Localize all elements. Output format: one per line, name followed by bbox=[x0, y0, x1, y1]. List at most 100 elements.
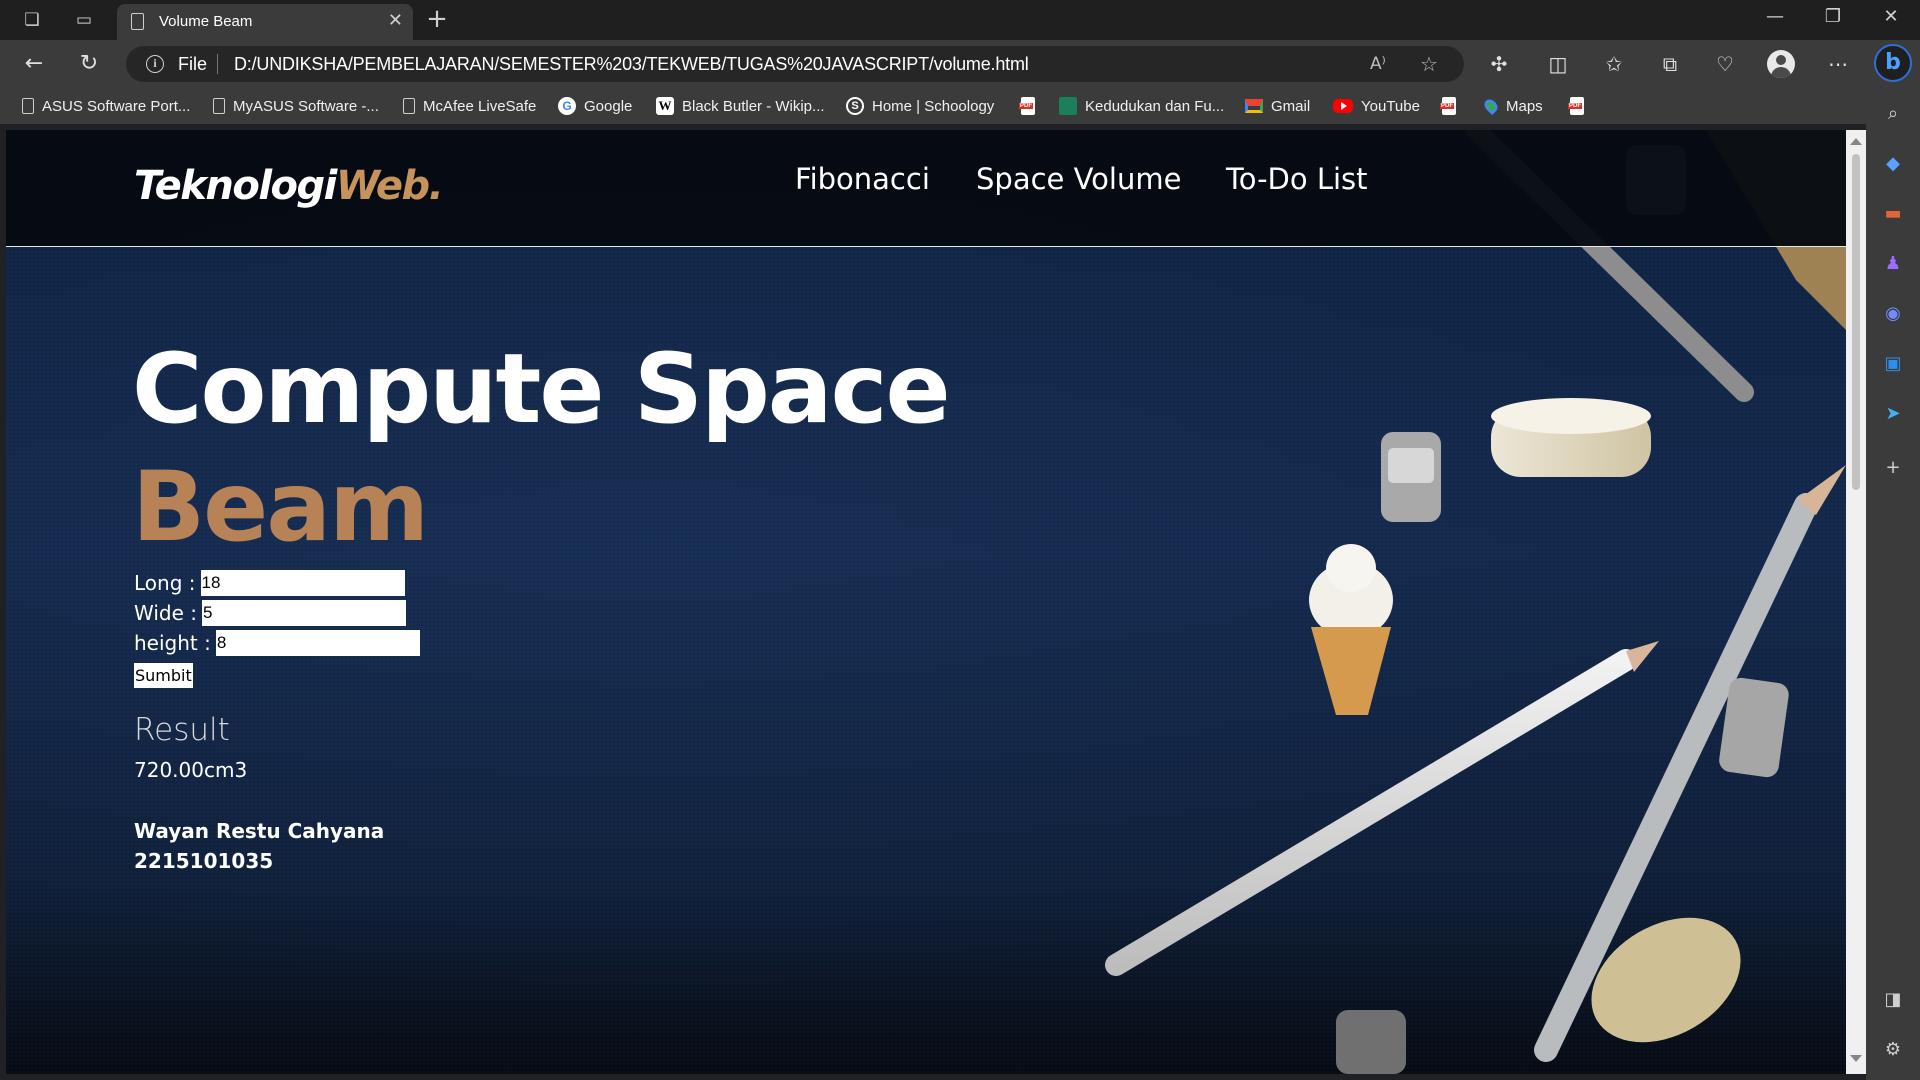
site-logo[interactable]: TeknologiWeb. bbox=[134, 163, 444, 209]
bookmark-label: Home | Schoology bbox=[872, 97, 995, 115]
youtube-icon bbox=[1333, 99, 1353, 113]
collections-icon[interactable]: ⧉ bbox=[1656, 50, 1684, 78]
favorite-star-icon[interactable]: ☆ bbox=[1420, 52, 1438, 76]
search-icon[interactable]: ⌕ bbox=[1881, 102, 1905, 126]
bookmark-kedudukan[interactable]: Kedudukan dan Fu... bbox=[1059, 95, 1224, 117]
bookmark-gmail[interactable]: Gmail bbox=[1245, 95, 1310, 117]
bookmark-label: Maps bbox=[1506, 97, 1543, 115]
result-value: 720.00cm3 bbox=[134, 758, 248, 782]
address-url[interactable]: D:/UNDIKSHA/PEMBELAJARAN/SEMESTER%203/TE… bbox=[234, 54, 1029, 75]
bookmark-youtube[interactable]: YouTube bbox=[1333, 95, 1420, 117]
pdf-icon bbox=[1440, 97, 1456, 115]
extensions-icon[interactable]: ✣ bbox=[1485, 50, 1513, 78]
bookmarks-bar: ASUS Software Port... MyASUS Software -.… bbox=[0, 86, 1920, 124]
bookmark-label: Kedudukan dan Fu... bbox=[1085, 97, 1225, 115]
height-input[interactable] bbox=[215, 630, 420, 656]
site-header: TeknologiWeb. Fibonacci Space Volume To-… bbox=[6, 130, 1846, 247]
add-icon[interactable]: + bbox=[1881, 456, 1905, 480]
logo-accent: Web. bbox=[335, 163, 444, 209]
settings-gear-icon[interactable]: ⚙ bbox=[1881, 1038, 1905, 1062]
height-row: height : bbox=[134, 630, 420, 656]
read-aloud-icon[interactable]: A⁾ bbox=[1370, 54, 1386, 74]
pdf-icon bbox=[1019, 97, 1035, 115]
nav-todo-list[interactable]: To-Do List bbox=[1226, 162, 1368, 196]
schoology-icon: S bbox=[846, 97, 864, 115]
split-screen-icon[interactable]: ◫ bbox=[1544, 50, 1572, 78]
bookmark-label: Black Butler - Wikip... bbox=[682, 97, 825, 115]
wide-row: Wide : bbox=[134, 600, 406, 626]
scroll-thumb[interactable] bbox=[1852, 154, 1860, 490]
drop-send-icon[interactable]: ➤ bbox=[1881, 402, 1905, 426]
close-window-button[interactable]: ✕ bbox=[1876, 6, 1906, 27]
gmail-icon bbox=[1245, 99, 1263, 113]
long-row: Long : bbox=[134, 570, 405, 596]
info-icon[interactable]: i bbox=[146, 55, 164, 73]
refresh-icon[interactable]: ↻ bbox=[75, 50, 103, 78]
bookmark-google[interactable]: G Google bbox=[558, 95, 632, 117]
scroll-down-arrow-icon[interactable] bbox=[1850, 1055, 1862, 1062]
author-name: Wayan Restu Cahyana bbox=[134, 819, 385, 843]
bookmark-maps[interactable]: Maps bbox=[1481, 95, 1543, 117]
bookmark-pdf-1[interactable] bbox=[1019, 95, 1035, 117]
submit-button[interactable]: Sumbit bbox=[134, 663, 193, 688]
long-input[interactable] bbox=[200, 570, 405, 596]
restore-button[interactable]: ❐ bbox=[1818, 6, 1848, 27]
author-info: Wayan Restu Cahyana 2215101035 bbox=[134, 816, 384, 876]
bookmark-pdf-3[interactable] bbox=[1568, 95, 1584, 117]
tab-volume-beam[interactable]: Volume Beam ✕ bbox=[117, 4, 413, 40]
title-line-2: Beam bbox=[132, 451, 429, 563]
favorites-icon[interactable]: ✩ bbox=[1600, 50, 1628, 78]
more-menu-icon[interactable]: ⋯ bbox=[1824, 50, 1852, 78]
new-tab-button[interactable]: + bbox=[422, 4, 452, 34]
performance-icon[interactable]: ♡ bbox=[1711, 50, 1739, 78]
games-icon[interactable]: ♟ bbox=[1881, 252, 1905, 276]
bookmark-label: MyASUS Software -... bbox=[233, 97, 379, 115]
google-icon: G bbox=[558, 97, 576, 115]
bookmark-label: ASUS Software Port... bbox=[42, 97, 191, 115]
bookmark-label: McAfee LiveSafe bbox=[423, 97, 537, 115]
tools-briefcase-icon[interactable]: ▬ bbox=[1881, 202, 1905, 226]
logo-main: Teknologi bbox=[134, 163, 337, 209]
height-label: height : bbox=[134, 631, 211, 655]
page-icon bbox=[213, 98, 225, 114]
bookmark-myasus[interactable]: MyASUS Software -... bbox=[213, 95, 379, 117]
bookmark-pdf-2[interactable] bbox=[1440, 95, 1456, 117]
address-scheme: File bbox=[178, 54, 208, 74]
web-page: TeknologiWeb. Fibonacci Space Volume To-… bbox=[6, 130, 1846, 1074]
edge-sidebar: ⌕ ◆ ▬ ♟ ◉ ▣ ➤ + ◨ ⚙ bbox=[1866, 86, 1920, 1080]
bing-copilot-icon[interactable]: b bbox=[1874, 44, 1912, 82]
hide-sidebar-icon[interactable]: ◨ bbox=[1881, 988, 1905, 1012]
bookmark-schoology[interactable]: S Home | Schoology bbox=[846, 95, 994, 117]
page-icon bbox=[22, 98, 34, 114]
author-id: 2215101035 bbox=[134, 849, 274, 873]
maps-icon bbox=[1481, 96, 1501, 116]
microsoft-365-icon[interactable]: ◉ bbox=[1881, 302, 1905, 326]
profile-avatar[interactable] bbox=[1767, 50, 1795, 78]
long-label: Long : bbox=[134, 571, 196, 595]
tab-title: Volume Beam bbox=[159, 13, 253, 30]
bookmark-label: Gmail bbox=[1271, 97, 1311, 115]
page-scrollbar[interactable] bbox=[1846, 130, 1866, 1074]
nav-fibonacci[interactable]: Fibonacci bbox=[795, 162, 930, 196]
minimize-button[interactable]: — bbox=[1760, 6, 1790, 27]
result-heading: Result bbox=[134, 712, 230, 748]
bookmark-label: Google bbox=[584, 97, 633, 115]
scroll-up-arrow-icon[interactable] bbox=[1850, 138, 1862, 145]
bookmark-label: YouTube bbox=[1361, 97, 1420, 115]
close-icon[interactable]: ✕ bbox=[388, 10, 403, 31]
wide-input[interactable] bbox=[202, 600, 406, 626]
tab-actions-icon[interactable]: ▭ bbox=[72, 8, 96, 32]
bookmark-asus-software[interactable]: ASUS Software Port... bbox=[22, 95, 190, 117]
workspaces-icon[interactable]: ❏ bbox=[20, 8, 44, 32]
nav-space-volume[interactable]: Space Volume bbox=[976, 162, 1181, 196]
shopping-tag-icon[interactable]: ◆ bbox=[1881, 152, 1905, 176]
site-icon bbox=[1059, 97, 1077, 115]
back-arrow-icon[interactable]: ← bbox=[20, 50, 48, 78]
page-icon bbox=[403, 98, 415, 114]
bookmark-mcafee[interactable]: McAfee LiveSafe bbox=[403, 95, 536, 117]
outlook-icon[interactable]: ▣ bbox=[1881, 352, 1905, 376]
address-bar[interactable]: i File D:/UNDIKSHA/PEMBELAJARAN/SEMESTER… bbox=[126, 46, 1464, 82]
browser-tab-strip: ❏ ▭ Volume Beam ✕ + — ❐ ✕ bbox=[0, 0, 1920, 40]
bookmark-black-butler[interactable]: W Black Butler - Wikip... bbox=[656, 95, 825, 117]
pdf-icon bbox=[1568, 97, 1584, 115]
